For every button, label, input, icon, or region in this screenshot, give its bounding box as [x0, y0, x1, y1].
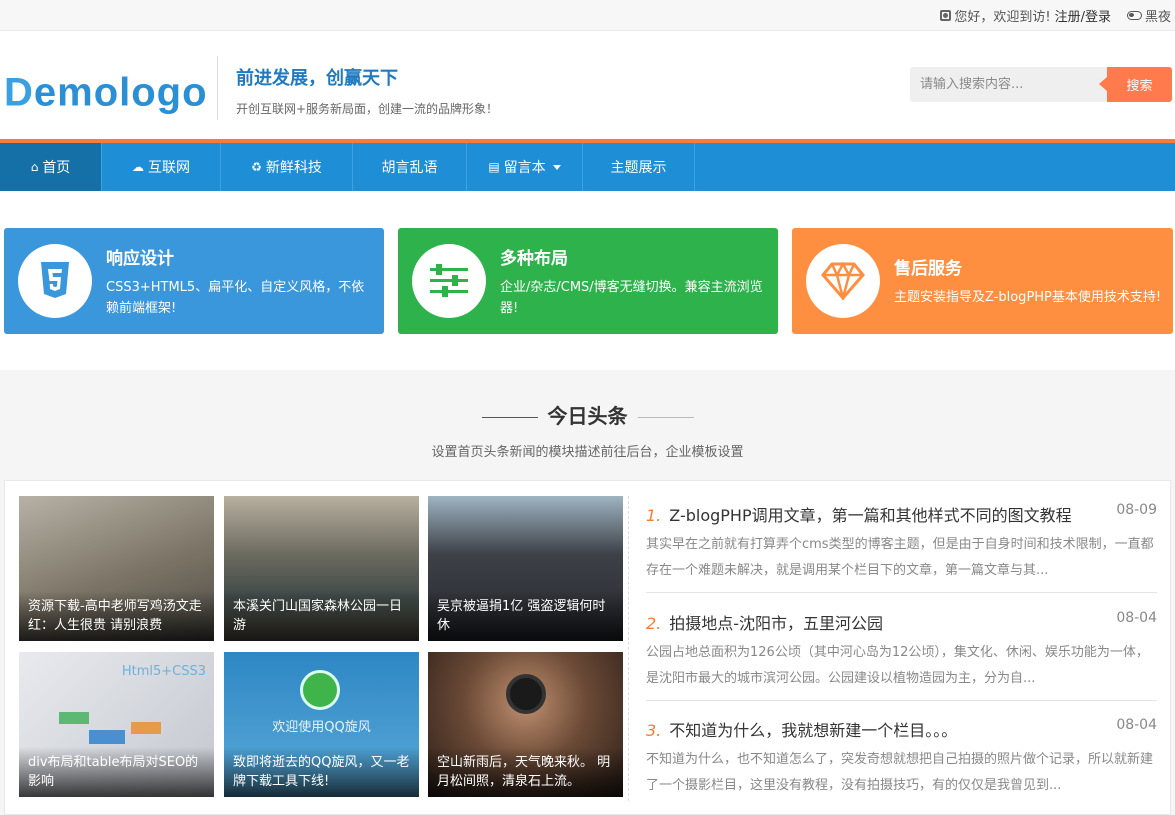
article-item: 1. Z-blogPHP调用文章，第一篇和其他样式不同的图文教程 08-09 其实早…: [646, 502, 1157, 593]
article-number: 1.: [646, 506, 662, 525]
thumb-caption[interactable]: 致即将逝去的QQ旋风，又一老牌下载工具下线!: [224, 747, 419, 797]
logo-first-letter: D: [4, 70, 34, 115]
logo-rest: emologo: [33, 70, 208, 115]
thumb-overlay-text: 欢迎使用QQ旋风: [272, 720, 371, 735]
feature-card[interactable]: 售后服务 主题安装指导及Z-blogPHP基本使用技术支持!: [792, 228, 1173, 334]
main-nav: ⌂ 首页 ☁ 互联网 ♻ 新鲜科技 胡言乱语 ▤ 留言本 主题展示: [0, 143, 1175, 191]
article-number: 3.: [646, 721, 662, 740]
news-thumb[interactable]: 吴京被逼捐1亿 强盗逻辑何时休: [428, 496, 623, 641]
nav-item-ramble[interactable]: 胡言乱语: [353, 143, 467, 191]
home-icon: ⌂: [30, 160, 39, 174]
divider: [217, 56, 218, 120]
login-link[interactable]: 注册/登录: [1055, 6, 1111, 25]
news-thumb[interactable]: Html5+CSS3 div布局和table布局对SEO的影响: [19, 652, 214, 797]
nav-label: 胡言乱语: [381, 160, 438, 176]
article-date: 08-09: [1116, 502, 1157, 518]
qq-logo-icon: [300, 670, 340, 710]
section-desc: 设置首页头条新闻的模块描述前往后台，企业模板设置: [431, 445, 744, 460]
html5-icon: [18, 244, 92, 318]
greeting-text: 您好，欢迎到访!: [954, 9, 1051, 25]
slogan-subtitle: 开创互联网+服务新局面，创建一流的品牌形象！: [236, 102, 499, 116]
thumb-caption[interactable]: div布局和table布局对SEO的影响: [19, 747, 214, 797]
feature-desc: CSS3+HTML5、扁平化、自定义风格，不依赖前端框架!: [106, 279, 365, 316]
feature-title: 多种布局: [500, 248, 568, 269]
sliders-icon: [412, 244, 486, 318]
article-title[interactable]: 拍摄地点-沈阳市，五里河公园: [669, 614, 883, 633]
search-form: 搜索: [910, 67, 1172, 102]
logo[interactable]: Demologo: [4, 71, 208, 116]
news-thumb[interactable]: 欢迎使用QQ旋风 致即将逝去的QQ旋风，又一老牌下载工具下线!: [224, 652, 419, 797]
nav-item-internet[interactable]: ☁ 互联网: [102, 143, 221, 191]
section-title: 今日头条: [0, 400, 1175, 429]
feature-desc: 企业/杂志/CMS/博客无缝切换。兼容主流浏览器!: [500, 279, 763, 316]
article-excerpt: 不知道为什么，也不知道怎么了，突发奇想就想把自己拍摄的照片做个记录，所以就新建了…: [646, 752, 1154, 793]
feature-desc: 主题安装指导及Z-blogPHP基本使用技术支持!: [894, 290, 1162, 305]
night-label[interactable]: 黑夜: [1145, 6, 1171, 25]
thumb-caption[interactable]: 本溪关门山国家森林公园一日游: [224, 591, 419, 641]
diamond-icon: [806, 244, 880, 318]
search-button[interactable]: 搜索: [1099, 67, 1172, 102]
nav-label: 互联网: [148, 160, 190, 176]
nav-label: 首页: [42, 160, 71, 176]
divider: [628, 496, 629, 801]
feature-card[interactable]: 响应设计 CSS3+HTML5、扁平化、自定义风格，不依赖前端框架!: [4, 228, 384, 334]
article-date: 08-04: [1116, 610, 1157, 626]
recycle-icon: ♻: [251, 160, 262, 174]
nav-item-themes[interactable]: 主题展示: [583, 143, 695, 191]
article-number: 2.: [646, 614, 662, 633]
camera-lens-icon: [506, 674, 546, 714]
nav-label: 留言本: [503, 160, 546, 176]
thumb-caption[interactable]: 空山新雨后，天气晚来秋。 明月松间照，清泉石上流。: [428, 747, 623, 797]
book-icon: ▤: [488, 160, 500, 174]
nav-label: 新鲜科技: [265, 160, 322, 176]
nav-item-guestbook[interactable]: ▤ 留言本: [467, 143, 583, 191]
slogan-title: 前进发展，创赢天下: [236, 68, 398, 89]
thumb-caption[interactable]: 吴京被逼捐1亿 强盗逻辑何时休: [428, 591, 623, 641]
slogan: 前进发展，创赢天下 开创互联网+服务新局面，创建一流的品牌形象！: [236, 64, 498, 117]
feature-title: 售后服务: [894, 259, 962, 279]
nav-item-tech[interactable]: ♻ 新鲜科技: [221, 143, 353, 191]
feature-cards: 响应设计 CSS3+HTML5、扁平化、自定义风格，不依赖前端框架! 多种布局 …: [4, 228, 1173, 334]
greeting: 您好，欢迎到访! 注册/登录: [940, 6, 1111, 25]
feature-title: 响应设计: [106, 248, 174, 269]
article-title[interactable]: 不知道为什么，我就想新建一个栏目。。。: [669, 721, 957, 740]
night-toggle[interactable]: 黑夜: [1126, 6, 1171, 25]
news-thumb[interactable]: 空山新雨后，天气晚来秋。 明月松间照，清泉石上流。: [428, 652, 623, 797]
site-header: Demologo 前进发展，创赢天下 开创互联网+服务新局面，创建一流的品牌形象…: [0, 31, 1175, 143]
article-item: 2. 拍摄地点-沈阳市，五里河公园 08-04 公园占地总面积为126公顷（其中河心…: [646, 610, 1157, 701]
article-item: 3. 不知道为什么，我就想新建一个栏目。。。 08-04 不知道为什么，也不知道怎么…: [646, 717, 1157, 799]
feature-card[interactable]: 多种布局 企业/杂志/CMS/博客无缝切换。兼容主流浏览器!: [398, 228, 778, 334]
top-bar: 您好，欢迎到访! 注册/登录 黑夜: [0, 0, 1175, 31]
chevron-down-icon: [552, 164, 561, 170]
cloud-icon: ☁: [132, 160, 144, 174]
user-icon: [940, 9, 952, 21]
section-title-text: 今日头条: [547, 404, 628, 428]
search-input[interactable]: [910, 67, 1107, 102]
news-thumb[interactable]: 本溪关门山国家森林公园一日游: [224, 496, 419, 641]
news-thumb[interactable]: 资源下载-高中老师写鸡汤文走红：人生很贵 请别浪费: [19, 496, 214, 641]
toggle-icon: [1126, 10, 1142, 20]
article-title[interactable]: Z-blogPHP调用文章，第一篇和其他样式不同的图文教程: [669, 506, 1071, 525]
article-excerpt: 公园占地总面积为126公顷（其中河心岛为12公顷），集文化、休闲、娱乐功能为一体…: [646, 645, 1149, 686]
article-date: 08-04: [1116, 717, 1157, 733]
article-excerpt: 其实早在之前就有打算弄个cms类型的博客主题，但是由于自身时间和技术限制，一直都…: [646, 537, 1154, 578]
nav-item-home[interactable]: ⌂ 首页: [0, 143, 102, 191]
nav-label: 主题展示: [610, 160, 667, 176]
thumb-caption[interactable]: 资源下载-高中老师写鸡汤文走红：人生很贵 请别浪费: [19, 591, 214, 641]
thumb-overlay-text: Html5+CSS3: [121, 664, 206, 679]
